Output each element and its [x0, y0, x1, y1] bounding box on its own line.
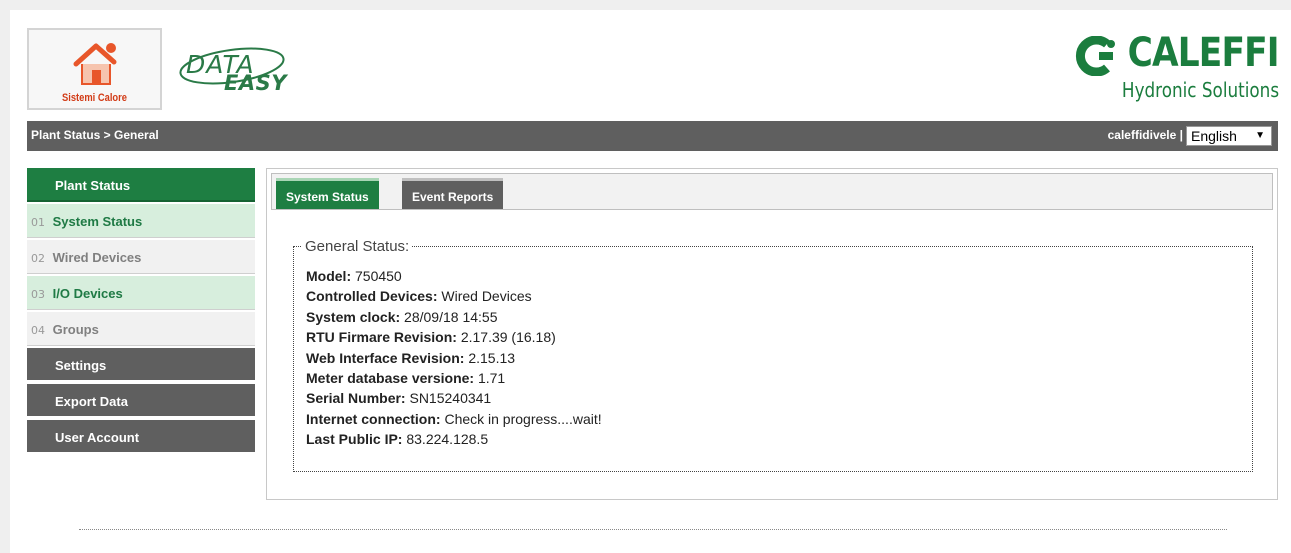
language-value: English [1191, 128, 1237, 144]
status-key: Meter database versione: [306, 370, 475, 387]
status-key: Model: [306, 268, 352, 284]
status-row-internet-connection: Internet connection: Check in progress..… [306, 409, 602, 429]
breadcrumb: Plant Status > General [31, 128, 159, 142]
top-nav-bar: Plant Status > General caleffidivele | E… [27, 121, 1278, 151]
page: Sistemi Calore DATA EASY CALEFFI Hydroni… [10, 10, 1291, 553]
house-icon [73, 43, 117, 85]
status-row-last-public-ip: Last Public IP: 83.224.128.5 [306, 429, 602, 449]
status-key: Web Interface Revision: [306, 349, 465, 366]
status-rows: Model: 750450 Controlled Devices: Wired … [306, 266, 602, 450]
sidebar-item-label: I/O Devices [52, 286, 123, 301]
status-value: 1.71 [474, 370, 506, 387]
sidebar-item-io-devices[interactable]: 03 I/O Devices [27, 276, 255, 310]
general-status-box: General Status: Model: 750450 Controlled… [293, 238, 1253, 472]
sidebar-item-system-status[interactable]: 01 System Status [27, 204, 255, 238]
item-number: 01 [31, 216, 45, 229]
tab-system-status[interactable]: System Status [276, 178, 379, 209]
sidebar-header-plant-status[interactable]: Plant Status [27, 168, 255, 202]
status-value: Wired Devices [437, 288, 532, 305]
language-select[interactable]: English ▼ [1186, 126, 1272, 146]
item-number: 02 [31, 252, 45, 265]
main-panel: System Status Event Reports General Stat… [266, 168, 1278, 500]
caleffi-brand: CALEFFI Hydronic Solutions [1049, 20, 1280, 108]
item-number: 03 [31, 288, 45, 301]
status-key: System clock: [306, 308, 401, 325]
status-key: Last Public IP: [306, 431, 403, 448]
sistemi-calore-logo[interactable]: Sistemi Calore [27, 28, 162, 110]
chevron-down-icon: ▼ [1255, 130, 1265, 141]
brand-tagline: Hydronic Solutions [1121, 78, 1279, 102]
easy-word: EASY [224, 71, 287, 95]
username[interactable]: caleffidivele | [1108, 128, 1183, 142]
status-value: 750450 [351, 268, 402, 284]
status-key: RTU Firmare Revision: [306, 329, 457, 346]
status-value: 28/09/18 14:55 [400, 308, 498, 325]
status-row-controlled-devices: Controlled Devices: Wired Devices [306, 286, 602, 306]
status-value: 83.224.128.5 [402, 431, 489, 448]
sidebar: Plant Status 01 System Status 02 Wired D… [27, 168, 255, 456]
status-value: Check in progress....wait! [440, 410, 602, 427]
status-row-meter-database: Meter database versione: 1.71 [306, 368, 602, 388]
status-row-rtu-firmware: RTU Firmare Revision: 2.17.39 (16.18) [306, 327, 602, 347]
status-value: 2.17.39 (16.18) [456, 329, 556, 346]
caleffi-c-icon [1075, 36, 1115, 76]
status-key: Controlled Devices: [306, 288, 438, 305]
sidebar-item-groups[interactable]: 04 Groups [27, 312, 255, 346]
status-value: SN15240341 [405, 390, 492, 407]
tab-bar: System Status Event Reports [271, 173, 1273, 210]
status-row-serial-number: Serial Number: SN15240341 [306, 388, 602, 408]
footer-divider [79, 529, 1227, 530]
sidebar-item-label: System Status [52, 214, 143, 229]
sidebar-section-settings[interactable]: Settings [27, 348, 255, 382]
status-row-system-clock: System clock: 28/09/18 14:55 [306, 307, 602, 327]
sidebar-section-user-account[interactable]: User Account [27, 420, 255, 454]
general-status-legend: General Status: [302, 238, 413, 255]
sidebar-section-export-data[interactable]: Export Data [27, 384, 255, 418]
sidebar-item-label: Wired Devices [52, 250, 142, 265]
status-value: 2.15.13 [464, 349, 516, 366]
status-key: Internet connection: [306, 410, 441, 427]
item-number: 04 [31, 324, 45, 337]
status-key: Serial Number: [306, 390, 406, 407]
sidebar-item-wired-devices[interactable]: 02 Wired Devices [27, 240, 255, 274]
sidebar-item-label: Groups [52, 322, 99, 337]
status-row-model: Model: 750450 [306, 266, 602, 286]
logo-text: Sistemi Calore [62, 92, 127, 104]
data-easy-logo: DATA EASY [174, 46, 300, 102]
tab-event-reports[interactable]: Event Reports [402, 178, 504, 209]
brand-name: CALEFFI [1127, 30, 1280, 76]
status-row-web-interface: Web Interface Revision: 2.15.13 [306, 348, 602, 368]
